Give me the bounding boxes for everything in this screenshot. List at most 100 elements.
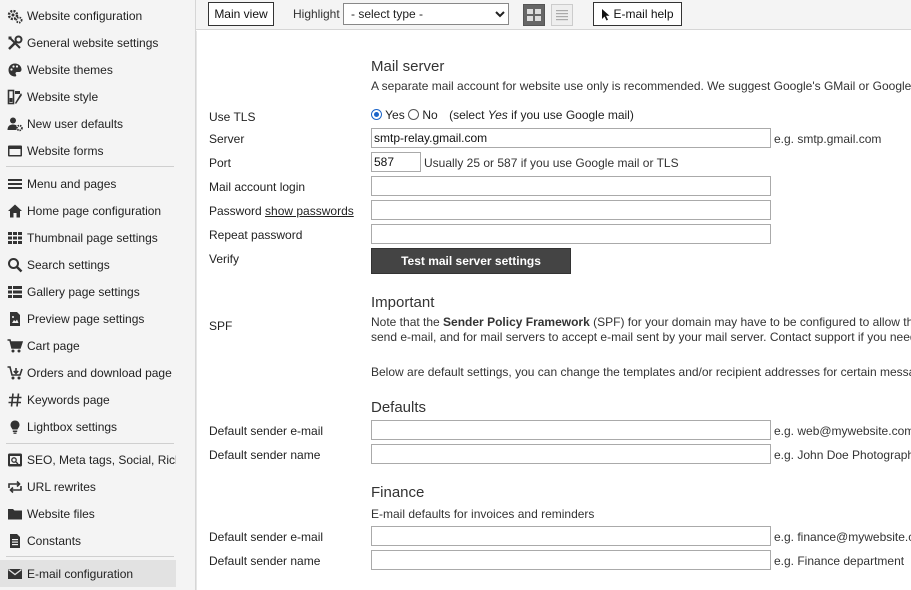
sidebar-item-label: Lightbox settings [27,419,118,434]
main-content: Mail server A separate mail account for … [196,31,911,590]
list-grid-icon [6,284,24,300]
spf-label: SPF [209,319,233,333]
sidebar-item-lightbox-settings[interactable]: Lightbox settings [0,413,176,440]
tls-note: (select Yes if you use Google mail) [449,108,634,122]
test-mail-server-button[interactable]: Test mail server settings [371,248,571,274]
default-sender-name-hint: e.g. John Doe Photography [774,448,911,462]
finance-subtitle: E-mail defaults for invoices and reminde… [371,507,595,521]
sidebar-item-label: Website configuration [27,8,143,23]
mail-login-label: Mail account login [209,180,306,194]
sidebar-item-label: Website files [27,506,95,521]
sidebar-item-label: SEO, Meta tags, Social, Rich r... [27,452,176,467]
default-sender-email-input[interactable] [371,420,771,440]
search-icon [6,257,24,273]
gears-icon [6,8,24,24]
seo-icon [6,452,24,468]
sidebar-item-label: Constants [27,533,82,548]
sidebar-item-keywords-page[interactable]: Keywords page [0,386,176,413]
port-input[interactable] [371,152,421,172]
port-label: Port [209,156,232,170]
image-file-icon [6,311,24,327]
main-view-button[interactable]: Main view [208,2,274,26]
sidebar-item-website-configuration[interactable]: Website configuration [0,2,176,29]
password-input[interactable] [371,200,771,220]
default-sender-name-input[interactable] [371,444,771,464]
sidebar-item-label: Website forms [27,143,104,158]
finance-sender-name-label: Default sender name [209,554,321,568]
divider [6,443,174,444]
sidebar-item-search-settings[interactable]: Search settings [0,251,176,278]
sidebar-item-new-user-defaults[interactable]: New user defaults [0,110,176,137]
sidebar-item-preview-page-settings[interactable]: Preview page settings [0,305,176,332]
cart-icon [6,338,24,354]
hashtag-icon [6,392,24,408]
sidebar-item-orders-and-download-page[interactable]: Orders and download page [0,359,176,386]
defaults-title: Defaults [371,399,427,416]
verify-label: Verify [209,252,240,266]
sidebar-item-label: URL rewrites [27,479,96,494]
sidebar-item-label: Website style [27,89,99,104]
email-help-label: E-mail help [613,7,674,21]
form-icon [6,143,24,159]
sidebar-item-label: Keywords page [27,392,110,407]
rewrite-icon [6,479,24,495]
tls-yes-radio[interactable] [371,109,382,120]
tls-no-radio[interactable] [408,109,420,120]
sidebar-item-cart-page[interactable]: Cart page [0,332,176,359]
server-hint: e.g. smtp.gmail.com [774,132,882,146]
use-tls-label: Use TLS [209,110,256,124]
sidebar-item-thumbnail-page-settings[interactable]: Thumbnail page settings [0,224,176,251]
lightbulb-icon [6,419,24,435]
sidebar-item-seo-meta-tags[interactable]: SEO, Meta tags, Social, Rich r... [0,446,176,473]
server-label: Server [209,132,245,146]
finance-sender-name-input[interactable] [371,550,771,570]
port-hint: Usually 25 or 587 if you use Google mail… [424,156,679,170]
sidebar-item-email-configuration[interactable]: E-mail configuration [0,560,176,587]
divider [6,556,174,557]
finance-sender-email-input[interactable] [371,526,771,546]
tls-no-label: No [422,108,438,122]
sidebar-item-label: Preview page settings [27,311,145,326]
sidebar-item-label: Orders and download page [27,365,172,380]
repeat-password-input[interactable] [371,224,771,244]
sidebar-item-label: Thumbnail page settings [27,230,158,245]
sidebar-item-menu-and-pages[interactable]: Menu and pages [0,170,176,197]
highlight-select[interactable]: - select type - [343,3,509,25]
sidebar-item-website-forms[interactable]: Website forms [0,137,176,164]
sidebar-item-label: Website themes [27,62,113,77]
important-title: Important [371,294,435,311]
folder-icon [6,506,24,522]
sidebar-item-label: Search settings [27,257,110,272]
sidebar-item-website-style[interactable]: Website style [0,83,176,110]
server-input[interactable] [371,128,771,148]
envelope-icon [6,566,24,582]
sidebar-item-gallery-page-settings[interactable]: Gallery page settings [0,278,176,305]
mail-server-intro: A separate mail account for website use … [371,79,911,93]
sidebar-item-website-themes[interactable]: Website themes [0,56,176,83]
tls-radio-group: Yes No (select Yes if you use Google mai… [371,108,634,122]
email-help-button[interactable]: E-mail help [593,2,682,26]
sidebar-item-label: Home page configuration [27,203,162,218]
spf-line-1: Note that the Sender Policy Framework (S… [371,315,911,329]
sidebar-item-website-files[interactable]: Website files [0,500,176,527]
password-label-group: Password show passwords [209,204,354,218]
palette-icon [6,62,24,78]
tls-yes-label: Yes [385,108,405,122]
show-passwords-link[interactable]: show passwords [265,204,354,218]
sidebar-item-label: General website settings [27,35,159,50]
style-icon [6,89,24,105]
grid-view-icon[interactable] [523,4,545,26]
menu-icon [6,176,24,192]
sidebar-item-home-page-configuration[interactable]: Home page configuration [0,197,176,224]
finance-sender-email-label: Default sender e-mail [209,530,324,544]
default-sender-name-label: Default sender name [209,448,321,462]
sidebar-item-general-website-settings[interactable]: General website settings [0,29,176,56]
sidebar-item-url-rewrites[interactable]: URL rewrites [0,473,176,500]
spf-line-2: send e-mail, and for mail servers to acc… [371,330,911,344]
mail-login-input[interactable] [371,176,771,196]
document-icon [6,533,24,549]
list-view-icon[interactable] [551,4,573,26]
repeat-password-label: Repeat password [209,228,303,242]
sidebar-item-constants[interactable]: Constants [0,527,176,554]
sidebar-item-label: Menu and pages [27,176,117,191]
